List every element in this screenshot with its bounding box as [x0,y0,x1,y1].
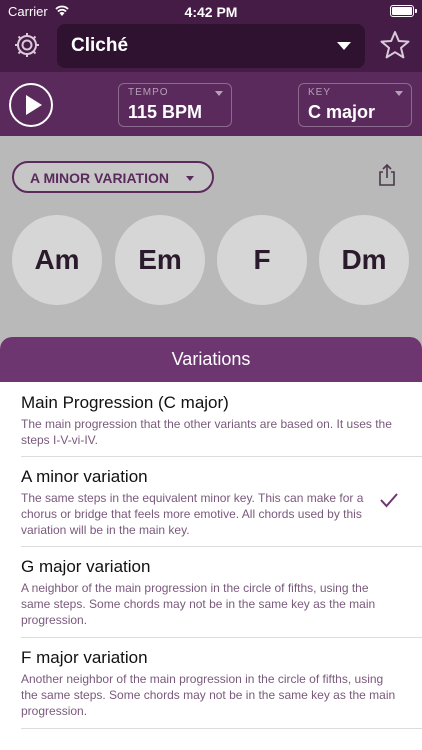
clock: 4:42 PM [184,4,238,20]
chevron-down-icon [337,42,351,50]
divider [21,456,422,457]
option-description: A neighbor of the main progression in th… [21,581,376,627]
tempo-value: 115 BPM [128,102,203,122]
sheet-title: Variations [0,337,422,382]
play-button[interactable] [9,83,53,127]
chord-button[interactable]: Dm [319,215,409,305]
battery-icon [390,5,417,17]
key-caption: KEY [308,87,332,98]
chord-button[interactable]: Am [12,215,102,305]
option-title: Main Progression (C major) [21,393,229,412]
divider [21,728,422,729]
chevron-down-icon [395,91,403,96]
star-icon[interactable] [379,29,411,61]
tempo-caption: TEMPO [128,87,169,98]
chord-button[interactable]: F [217,215,307,305]
key-picker[interactable]: KEY C major [298,83,412,127]
variation-option-a-minor[interactable]: A minor variation The same steps in the … [21,467,366,538]
checkmark-icon [380,493,398,508]
divider [21,637,422,638]
playback-controls: TEMPO 115 BPM KEY C major [0,72,422,136]
status-bar: Carrier 4:42 PM [0,0,422,24]
variation-label: A MINOR VARIATION [30,170,169,186]
song-selector[interactable]: Cliché [57,24,365,68]
chevron-down-icon [186,176,194,181]
gear-icon[interactable] [12,30,42,60]
option-description: The main progression that the other vari… [21,417,392,447]
option-title: A minor variation [21,467,148,486]
option-description: Another neighbor of the main progression… [21,672,396,718]
variations-sheet: Variations Main Progression (C major) Th… [0,337,422,750]
variation-option-g-major[interactable]: G major variation A neighbor of the main… [21,557,401,628]
song-title: Cliché [71,35,129,56]
top-toolbar: Cliché [0,24,422,72]
chevron-down-icon [215,91,223,96]
variation-option-main[interactable]: Main Progression (C major) The main prog… [21,393,401,448]
divider [21,546,422,547]
chord-button[interactable]: Em [115,215,205,305]
share-icon[interactable] [378,163,396,187]
option-description: The same steps in the equivalent minor k… [21,491,364,537]
variation-selector[interactable]: A MINOR VARIATION [12,161,214,193]
tempo-picker[interactable]: TEMPO 115 BPM [118,83,232,127]
variation-option-f-major[interactable]: F major variation Another neighbor of th… [21,648,401,719]
option-title: F major variation [21,648,148,667]
option-title: G major variation [21,557,151,576]
key-value: C major [308,102,376,122]
